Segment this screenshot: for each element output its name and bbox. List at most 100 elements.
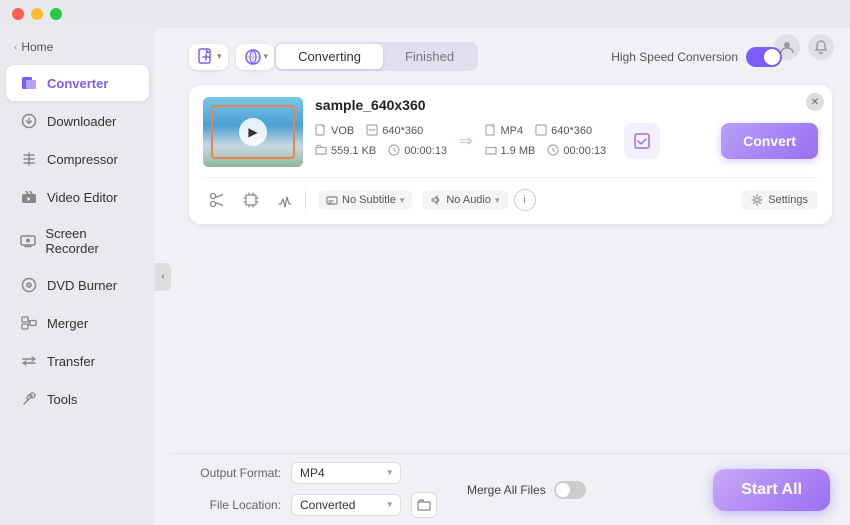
output-resolution-value: 640*360 [551, 125, 592, 137]
output-format-arrow-icon: ▾ [387, 467, 392, 478]
format-row: VOB 640*360 559.1 KB [315, 123, 818, 159]
app-body: ‹ Home Converter Downloader [0, 28, 850, 525]
sidebar: ‹ Home Converter Downloader [0, 28, 155, 525]
add-url-button[interactable]: ▾ [236, 44, 275, 70]
add-file-icon [197, 48, 215, 66]
subtitle-select[interactable]: No Subtitle ▾ [318, 190, 412, 210]
hsc-toggle[interactable] [746, 47, 782, 67]
tools-icon [20, 390, 38, 408]
top-right-icons [774, 34, 834, 60]
audio-icon [430, 194, 442, 206]
sidebar-item-label-merger: Merger [47, 316, 88, 331]
converter-icon [20, 74, 38, 92]
sidebar-item-label-dvd-burner: DVD Burner [47, 278, 117, 293]
titlebar [0, 0, 850, 28]
add-file-button[interactable]: ▾ [189, 44, 228, 70]
close-button[interactable] [12, 8, 24, 20]
output-format-label: Output Format: [191, 466, 281, 480]
downloader-icon [20, 112, 38, 130]
merge-row: Merge All Files [467, 481, 586, 499]
file-info: sample_640x360 VOB [315, 97, 818, 159]
output-folder-icon [485, 144, 497, 159]
file-name: sample_640x360 [315, 97, 818, 113]
subtitle-icon [326, 194, 338, 206]
add-file-arrow-icon: ▾ [217, 51, 222, 62]
save-settings-button[interactable] [624, 123, 660, 159]
file-location-label: File Location: [191, 498, 281, 512]
hsc-label: High Speed Conversion [611, 50, 738, 64]
output-file-icon [485, 124, 497, 139]
conversion-arrow-icon: ⇒ [453, 131, 478, 151]
merge-all-label: Merge All Files [467, 483, 546, 497]
file-location-arrow-icon: ▾ [387, 499, 392, 510]
output-format-row: Output Format: MP4 ▾ [191, 462, 437, 484]
convert-button[interactable]: Convert [721, 123, 818, 159]
sidebar-item-label-compressor: Compressor [47, 152, 118, 167]
sidebar-item-label-tools: Tools [47, 392, 77, 407]
sidebar-collapse-button[interactable]: ‹ [155, 263, 171, 291]
source-duration-value: 00:00:13 [404, 145, 447, 157]
effects-tool-button[interactable] [271, 188, 299, 212]
start-all-button[interactable]: Start All [713, 469, 830, 511]
subtitle-value: No Subtitle [342, 194, 396, 206]
sidebar-item-label-video-editor: Video Editor [47, 190, 118, 205]
file-location-select[interactable]: Converted ▾ [291, 494, 401, 516]
thumbnail-overlay: ▶ [203, 97, 303, 167]
minimize-button[interactable] [31, 8, 43, 20]
source-size: 559.1 KB 00:00:13 [315, 144, 447, 159]
output-format-value: MP4 [501, 125, 524, 137]
sidebar-item-transfer[interactable]: Transfer [6, 343, 149, 379]
folder-icon [315, 144, 327, 159]
output-size: 1.9 MB 00:00:13 [485, 144, 607, 159]
divider [305, 191, 306, 209]
bottom-fields: Output Format: MP4 ▾ File Location: Conv… [191, 462, 437, 518]
merger-icon [20, 314, 38, 332]
card-close-button[interactable]: ✕ [806, 93, 824, 111]
sidebar-item-video-editor[interactable]: Video Editor [6, 179, 149, 215]
sidebar-home[interactable]: ‹ Home [0, 36, 155, 64]
cut-tool-button[interactable] [203, 188, 231, 212]
maximize-button[interactable] [50, 8, 62, 20]
output-format: MP4 640*360 [485, 124, 607, 139]
output-format-select[interactable]: MP4 ▾ [291, 462, 401, 484]
sidebar-item-downloader[interactable]: Downloader [6, 103, 149, 139]
sidebar-item-label-screen-recorder: Screen Recorder [45, 226, 135, 256]
settings-label: Settings [768, 194, 808, 206]
hsc-row: High Speed Conversion [611, 47, 782, 67]
video-editor-icon [20, 188, 38, 206]
sidebar-item-merger[interactable]: Merger [6, 305, 149, 341]
output-format-col: MP4 640*360 1.9 MB [485, 124, 607, 159]
video-thumbnail: ▶ [203, 97, 303, 167]
source-format-col: VOB 640*360 559.1 KB [315, 124, 447, 159]
file-card: ✕ ▶ sample_640x360 [189, 85, 832, 224]
sidebar-item-label-downloader: Downloader [47, 114, 116, 129]
info-button[interactable]: i [514, 189, 536, 211]
compressor-icon [20, 150, 38, 168]
dvd-burner-icon [20, 276, 38, 294]
file-location-row: File Location: Converted ▾ [191, 492, 437, 518]
sidebar-item-converter[interactable]: Converter [6, 65, 149, 101]
merge-all-toggle[interactable] [554, 481, 586, 499]
audio-select[interactable]: No Audio ▾ [422, 190, 507, 210]
sidebar-item-tools[interactable]: Tools [6, 381, 149, 417]
crop-tool-button[interactable] [237, 188, 265, 212]
sidebar-item-compressor[interactable]: Compressor [6, 141, 149, 177]
header-row: ▾ ▾ Converting Finished [189, 42, 832, 71]
source-format-value: VOB [331, 125, 354, 137]
audio-arrow-icon: ▾ [495, 195, 500, 206]
home-label: Home [21, 40, 53, 54]
settings-button[interactable]: Settings [741, 190, 818, 210]
play-button[interactable]: ▶ [239, 118, 267, 146]
tab-converting[interactable]: Converting [276, 44, 383, 69]
screen-recorder-icon [20, 232, 36, 250]
browse-folder-button[interactable] [411, 492, 437, 518]
tab-finished[interactable]: Finished [383, 44, 476, 69]
sidebar-item-label-transfer: Transfer [47, 354, 95, 369]
sidebar-item-screen-recorder[interactable]: Screen Recorder [6, 217, 149, 265]
tab-switcher: Converting Finished [274, 42, 478, 71]
bottom-bar: Output Format: MP4 ▾ File Location: Conv… [171, 453, 850, 525]
notification-icon[interactable] [808, 34, 834, 60]
header-left: ▾ ▾ [189, 44, 274, 70]
sidebar-item-dvd-burner[interactable]: DVD Burner [6, 267, 149, 303]
main-content: ▾ ▾ Converting Finished [171, 28, 850, 525]
